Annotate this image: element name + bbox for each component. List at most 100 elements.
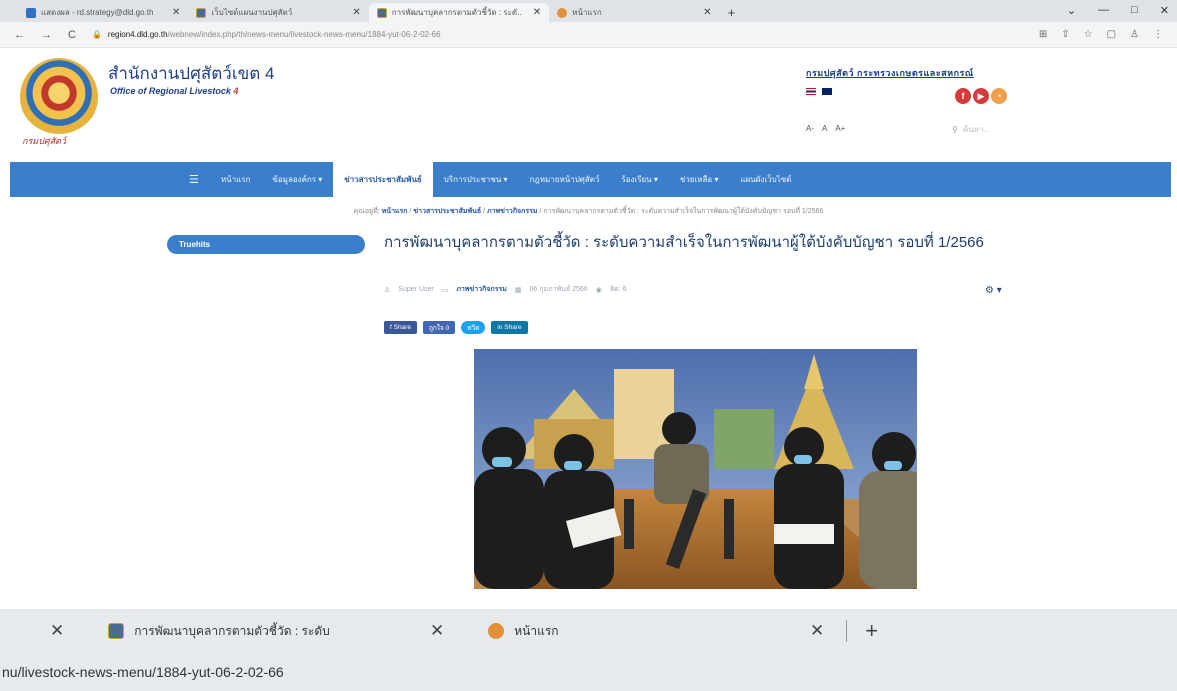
breadcrumb-prefix: คุณอยู่ที่: (353, 208, 380, 215)
lock-icon: 🔒 (91, 30, 102, 39)
close-icon[interactable]: ✕ (703, 7, 711, 18)
share-icon[interactable]: ⇪ (1061, 29, 1069, 40)
nav-item-complaints[interactable]: ร้องเรียน ▾ (610, 162, 668, 197)
rss-icon (557, 7, 568, 18)
sidebar-icon[interactable]: ▢ (1107, 29, 1116, 40)
nav-item-services[interactable]: บริการประชาชน ▾ (433, 162, 519, 197)
star-icon[interactable]: ☆ (1084, 29, 1093, 40)
tab-title: แสดงผล - rd.strategy@dld.go.th (41, 8, 154, 17)
facebook-icon[interactable]: f (955, 88, 971, 104)
font-decrease-button[interactable]: A- (806, 124, 814, 133)
close-icon[interactable]: ✕ (50, 621, 64, 641)
youtube-icon[interactable]: ▶ (973, 88, 989, 104)
browser-toolbar: ⊞ ⇪ ☆ ▢ ♙ ⋮ (1039, 29, 1163, 40)
department-logo[interactable] (20, 58, 98, 136)
nav-item-sitemap[interactable]: แผนผังเว็บไซต์ (729, 162, 802, 197)
browser-tab[interactable]: หน้าแรก ✕ (549, 3, 719, 22)
new-tab-button[interactable]: + (720, 5, 744, 22)
nav-item-home[interactable]: หน้าแรก (210, 162, 262, 197)
language-switch (806, 88, 832, 95)
url-path: /webnew/index.php/th/news-menu/livestock… (167, 30, 441, 39)
url-field[interactable]: 🔒 region4.dld.go.th/webnew/index.php/th/… (92, 30, 441, 39)
social-links: f ▶ ◔ (955, 88, 1007, 104)
rss-icon[interactable]: ◔ (991, 88, 1007, 104)
calendar-icon: ▦ (514, 286, 522, 294)
tab-title: หน้าแรก (572, 8, 602, 17)
search-input[interactable]: ค้นหา... (963, 123, 990, 136)
meeting-photo-illustration (474, 349, 917, 589)
font-increase-button[interactable]: A+ (835, 124, 845, 133)
site-logo-icon (108, 623, 125, 639)
department-ministry-link[interactable]: กรมปศุสัตว์ กระทรวงเกษตรและสหกรณ์ (806, 66, 974, 80)
breadcrumb-link: หน้าแรก (381, 208, 408, 215)
forward-icon[interactable]: → (41, 29, 52, 41)
browser-tab-active[interactable]: การพัฒนาบุคลากรตามตัวชี้วัด : ระดั... ✕ (368, 3, 550, 22)
uk-flag-icon[interactable] (822, 88, 832, 95)
site-logo-icon (376, 7, 387, 18)
close-icon[interactable]: ✕ (172, 7, 180, 18)
browser-tab[interactable]: แสดงผล - rd.strategy@dld.go.th ✕ (18, 3, 188, 22)
article-author: Super User (398, 286, 434, 293)
article-hits: ฮิต: 6 (609, 286, 627, 293)
address-bar-row: ← → C 🔒 region4.dld.go.th/webnew/index.p… (0, 22, 1177, 48)
close-icon[interactable]: ✕ (352, 7, 360, 18)
browser-tab-strip: แสดงผล - rd.strategy@dld.go.th ✕ เว็บไซต… (0, 0, 1177, 22)
site-title-thai[interactable]: สำนักงานปศุสัตว์เขต 4 (108, 60, 275, 87)
user-icon: ♙ (384, 286, 391, 294)
font-reset-button[interactable]: A (822, 124, 827, 133)
site-logo-icon (196, 7, 207, 18)
facebook-like-button[interactable]: ถูกใจ 0 (422, 321, 456, 334)
breadcrumb-link: ภาพข่าวกิจกรรม (487, 208, 538, 215)
overlay-tab[interactable]: หน้าแรก ✕ (466, 621, 846, 641)
eye-icon: ◉ (595, 286, 602, 294)
font-size-controls: A- A A+ (806, 124, 845, 133)
site-header: กรมปศุสัตว์ สำนักงานปศุสัตว์เขต 4 Office… (0, 48, 1177, 162)
reload-icon[interactable]: C (68, 29, 76, 41)
facebook-share-button[interactable]: f Share (384, 321, 417, 334)
translate-icon[interactable]: ⊞ (1039, 29, 1047, 40)
new-tab-button[interactable]: + (846, 620, 878, 642)
article-meta: ♙ Super User ▭ ภาพข่าวกิจกรรม ▦ 06 กุมภา… (384, 284, 627, 295)
overlay-tab-title: การพัฒนาบุคลากรตามตัวชี้วัด : ระดับ (134, 623, 330, 638)
site-title-english[interactable]: Office of Regional Livestock 4 (110, 86, 238, 96)
tab-search-button[interactable]: ⌄ (1067, 4, 1076, 17)
article-category[interactable]: ภาพข่าวกิจกรรม (456, 284, 507, 295)
maximize-button[interactable]: □ (1131, 4, 1138, 17)
linkedin-share-button[interactable]: in Share (491, 321, 528, 334)
browser-tab[interactable]: เว็บไซต์แผนงานปศุสัตว์ ✕ (188, 3, 368, 22)
nav-item-news[interactable]: ข่าวสารประชาสัมพันธ์ (333, 162, 433, 197)
breadcrumb: คุณอยู่ที่: หน้าแรก / ข่าวสารประชาสัมพัน… (353, 208, 824, 215)
overlay-tab-strip: ✕ การพัฒนาบุคลากรตามตัวชี้วัด : ระดับ ✕ … (0, 609, 1177, 653)
overlay-tab-active[interactable]: การพัฒนาบุคลากรตามตัวชี้วัด : ระดับ ✕ (86, 621, 466, 641)
close-window-button[interactable]: ✕ (1160, 4, 1169, 17)
twitter-tweet-button[interactable]: ทวีต (461, 321, 486, 334)
menu-icon[interactable]: ⋮ (1153, 29, 1163, 40)
overlay-tab-title: หน้าแรก (514, 623, 559, 638)
close-icon[interactable]: ✕ (810, 621, 824, 641)
overlay-close-tab[interactable]: ✕ (28, 621, 86, 641)
status-bar-url: nu/livestock-news-menu/1884-yut-06-2-02-… (0, 653, 1177, 691)
logo-caption: กรมปศุสัตว์ (22, 136, 67, 146)
mail-icon (26, 7, 36, 18)
article-photo (474, 349, 917, 589)
profile-icon[interactable]: ♙ (1130, 29, 1139, 40)
site-search[interactable]: ⚲ ค้นหา... (952, 120, 1172, 138)
breadcrumb-link: ข่าวสารประชาสัมพันธ์ (413, 208, 482, 215)
close-icon[interactable]: ✕ (533, 7, 541, 18)
url-host: region4.dld.go.th (107, 30, 168, 39)
thai-flag-icon[interactable] (806, 88, 816, 95)
gear-icon[interactable]: ⚙ ▾ (985, 285, 1002, 296)
search-icon: ⚲ (952, 124, 958, 134)
truehits-widget[interactable]: Truehits (167, 235, 365, 254)
main-nav: ☰ หน้าแรก ข้อมูลองค์กร ▾ ข่าวสารประชาสัม… (10, 162, 1171, 197)
nav-item-help[interactable]: ช่วยเหลือ ▾ (669, 162, 730, 197)
article-title: การพัฒนาบุคลากรตามตัวชี้วัด : ระดับความส… (384, 234, 984, 251)
nav-item-law[interactable]: กฎหมายหน้าปศุสัตว์ (519, 162, 611, 197)
back-icon[interactable]: ← (14, 29, 25, 41)
breadcrumb-current: การพัฒนาบุคลากรตามตัวชี้วัด : ระดับความส… (543, 208, 824, 215)
nav-home-icon[interactable]: ☰ (178, 162, 210, 197)
nav-item-organization[interactable]: ข้อมูลองค์กร ▾ (261, 162, 333, 197)
close-icon[interactable]: ✕ (430, 621, 444, 641)
rss-icon (488, 623, 505, 639)
minimize-button[interactable]: — (1098, 4, 1109, 17)
